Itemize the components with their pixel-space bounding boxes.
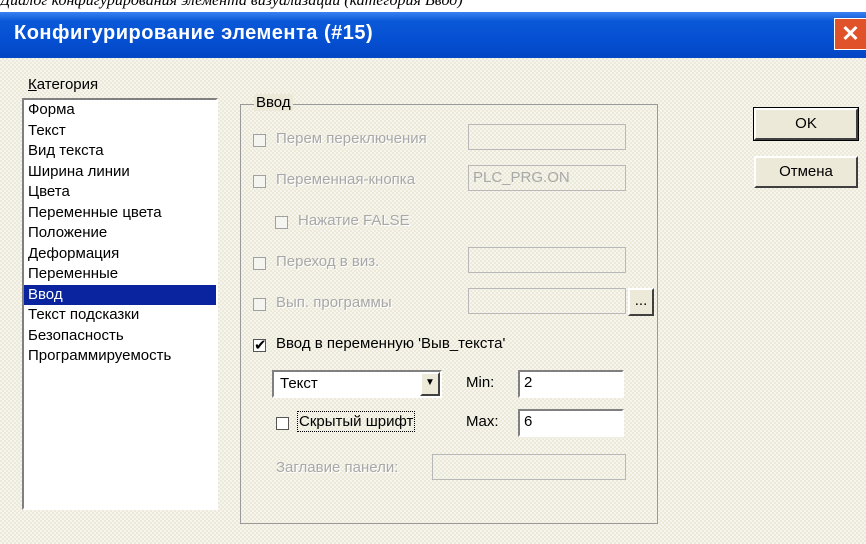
category-item-forma[interactable]: Форма <box>24 100 216 121</box>
run-program-checkbox[interactable] <box>253 298 266 311</box>
var-button-field[interactable]: PLC_PRG.ON <box>468 165 626 191</box>
text-input-checkbox[interactable]: ✔ <box>253 337 267 354</box>
var-button-checkbox[interactable] <box>253 175 266 188</box>
panel-title-label: Заглавие панели: <box>276 459 399 476</box>
category-label-accel: К <box>28 76 37 93</box>
check-mark-icon: ✔ <box>254 337 267 354</box>
max-field[interactable]: 6 <box>518 409 624 437</box>
press-false-checkbox[interactable] <box>275 216 288 229</box>
text-input-label: Ввод в переменную 'Выв_текста' <box>276 335 506 352</box>
category-item-polozhenie[interactable]: Положение <box>24 223 216 244</box>
goto-vis-field[interactable] <box>468 247 626 273</box>
run-program-label: Вып. программы <box>276 294 392 311</box>
category-label-rest: атегория <box>36 76 99 93</box>
goto-vis-label: Переход в виз. <box>276 253 380 270</box>
category-item-deformatsiya[interactable]: Деформация <box>24 244 216 265</box>
title-bar[interactable]: Конфигурирование элемента (#15) ✕ <box>0 12 866 58</box>
config-dialog: Конфигурирование элемента (#15) ✕ Катего… <box>0 12 866 544</box>
close-icon[interactable]: ✕ <box>834 18 866 50</box>
category-item-shirina-linii[interactable]: Ширина линии <box>24 162 216 183</box>
window-title: Конфигурирование элемента (#15) <box>14 22 374 44</box>
input-type-select[interactable]: Текст ▼ <box>272 370 442 398</box>
cancel-button[interactable]: Отмена <box>754 156 858 188</box>
browse-program-button[interactable]: ... <box>628 288 654 316</box>
goto-vis-checkbox[interactable] <box>253 257 266 270</box>
min-field[interactable]: 2 <box>518 370 624 398</box>
category-item-tekst[interactable]: Текст <box>24 121 216 142</box>
toggle-var-field[interactable] <box>468 124 626 150</box>
hidden-font-label: Скрытый шрифт <box>296 411 416 432</box>
min-label: Min: <box>466 374 495 391</box>
category-list[interactable]: Форма Текст Вид текста Ширина линии Цвет… <box>22 98 218 510</box>
panel-title-field[interactable] <box>432 454 626 480</box>
category-item-tsveta[interactable]: Цвета <box>24 182 216 203</box>
var-button-label: Переменная-кнопка <box>276 171 416 188</box>
category-item-peremennye-tsveta[interactable]: Переменные цвета <box>24 203 216 224</box>
category-item-peremennye[interactable]: Переменные <box>24 264 216 285</box>
category-item-bezopasnost[interactable]: Безопасность <box>24 326 216 347</box>
press-false-label: Нажатие FALSE <box>298 212 410 229</box>
toggle-var-checkbox[interactable] <box>253 134 266 147</box>
category-item-vid-teksta[interactable]: Вид текста <box>24 141 216 162</box>
category-item-tekst-podskazki[interactable]: Текст подсказки <box>24 305 216 326</box>
input-group-title: Ввод <box>254 94 293 111</box>
toggle-var-label: Перем переключения <box>276 130 427 147</box>
max-label: Max: <box>466 413 499 430</box>
run-program-field[interactable] <box>468 288 626 314</box>
ok-button[interactable]: OK <box>753 107 859 141</box>
chevron-down-icon[interactable]: ▼ <box>420 372 440 396</box>
category-label: Категория <box>28 76 98 93</box>
input-type-value: Текст <box>280 375 318 392</box>
category-item-programmiruemost[interactable]: Программируемость <box>24 346 216 367</box>
document-caption: Диалог конфигурирования элемента визуали… <box>0 0 463 9</box>
hidden-font-checkbox[interactable] <box>276 417 289 430</box>
category-item-vvod[interactable]: Ввод <box>24 284 216 305</box>
